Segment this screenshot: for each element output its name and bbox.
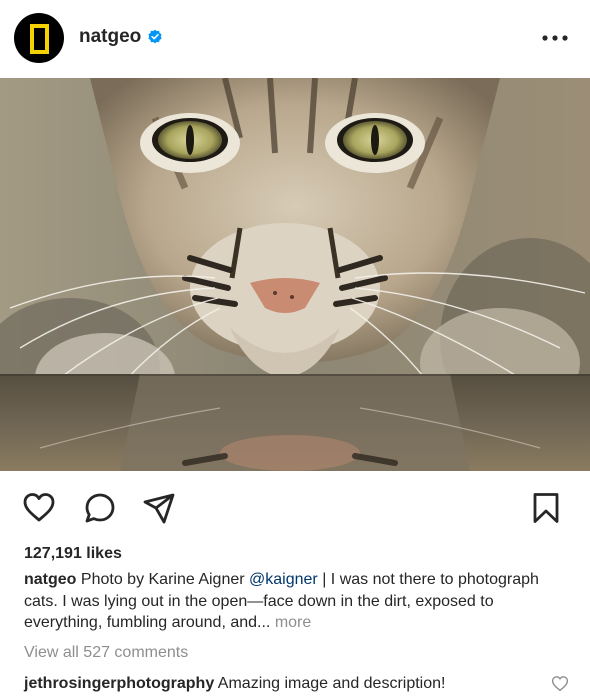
view-all-comments-link[interactable]: View all 527 comments — [24, 643, 188, 663]
post-photo[interactable] — [0, 78, 590, 471]
caption-text-start: Photo by Karine Aigner — [80, 571, 245, 588]
post-header: natgeo — [0, 0, 590, 78]
comment-icon[interactable] — [83, 491, 117, 525]
more-options-icon[interactable] — [540, 26, 570, 50]
natgeo-logo-icon — [30, 24, 49, 54]
paper-plane-icon[interactable] — [142, 491, 176, 525]
post-actions — [0, 471, 590, 543]
heart-icon[interactable] — [551, 675, 569, 693]
heart-icon[interactable] — [22, 491, 56, 525]
comment-text: Amazing image and description! — [217, 675, 446, 692]
likes-count[interactable]: 127,191 likes — [24, 544, 122, 564]
comment-username[interactable]: jethrosingerphotography — [24, 675, 214, 692]
post-caption: natgeo Photo by Karine Aigner @kaigner |… — [24, 569, 572, 634]
caption-more-link[interactable]: more — [275, 614, 311, 631]
bookmark-icon[interactable] — [529, 491, 563, 525]
caption-username[interactable]: natgeo — [24, 571, 76, 588]
caption-mention[interactable]: @kaigner — [249, 571, 318, 588]
post-username[interactable]: natgeo — [79, 25, 141, 49]
verified-badge-icon — [148, 29, 162, 44]
profile-avatar[interactable] — [14, 13, 64, 63]
comment-item: jethrosingerphotography Amazing image an… — [24, 674, 544, 694]
